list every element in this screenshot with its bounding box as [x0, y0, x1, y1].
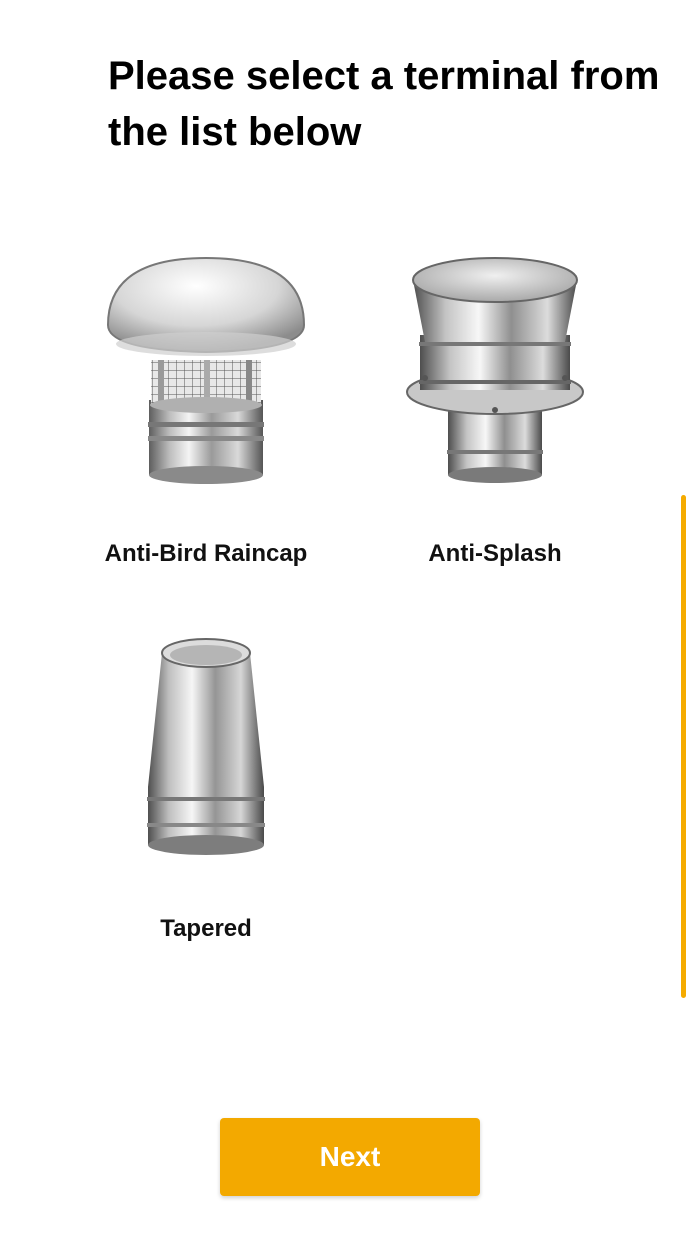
terminal-option-tapered[interactable]: Tapered: [96, 625, 316, 955]
terminal-option-anti-bird-raincap[interactable]: Anti-Bird Raincap: [96, 250, 316, 580]
anti-splash-icon: [406, 257, 584, 483]
page-title: Please select a terminal from the list b…: [108, 54, 660, 154]
terminal-label: Tapered: [160, 915, 252, 942]
anti-bird-raincap-icon: [106, 256, 306, 484]
next-button[interactable]: Next: [220, 1118, 480, 1196]
terminal-label: Anti-Bird Raincap: [104, 540, 308, 567]
terminal-option-anti-splash[interactable]: Anti-Splash: [385, 250, 605, 580]
scrollbar[interactable]: [681, 495, 686, 998]
tapered-icon: [147, 638, 265, 855]
terminal-label: Anti-Splash: [428, 540, 562, 567]
